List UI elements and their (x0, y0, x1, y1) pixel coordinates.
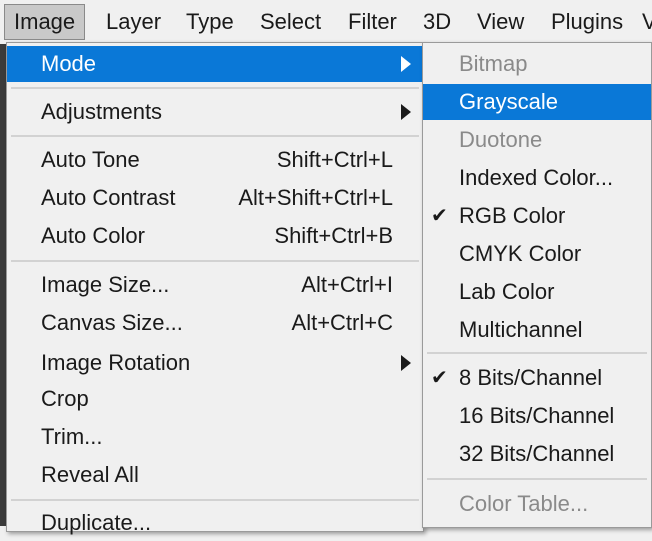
menu-item-auto-contrast[interactable]: Auto Contrast Alt+Shift+Ctrl+L (7, 180, 423, 216)
submenu-item-16-bits[interactable]: 16 Bits/Channel (423, 398, 651, 434)
menu-bar: Image Layer Type Select Filter 3D View P… (0, 0, 652, 44)
mode-label: Mode (41, 51, 97, 76)
menu-separator (11, 499, 419, 501)
menu-item-image-rotation[interactable]: Image Rotation (7, 345, 423, 381)
submenu-item-cmyk-color[interactable]: CMYK Color (423, 236, 651, 272)
16-bits-label: 16 Bits/Channel (459, 403, 615, 428)
menu-separator (11, 260, 419, 262)
multichannel-label: Multichannel (459, 317, 583, 342)
rgb-color-label: RGB Color (459, 203, 566, 228)
auto-contrast-shortcut: Alt+Shift+Ctrl+L (238, 185, 393, 210)
image-rotation-label: Image Rotation (41, 350, 191, 375)
grayscale-label: Grayscale (459, 89, 559, 114)
menu-item-crop[interactable]: Crop (7, 381, 423, 417)
submenu-item-8-bits[interactable]: ✔ 8 Bits/Channel (423, 360, 651, 396)
menu-item-reveal-all[interactable]: Reveal All (7, 457, 423, 493)
cmyk-color-label: CMYK Color (459, 241, 582, 266)
menu-item-auto-color[interactable]: Auto Color Shift+Ctrl+B (7, 218, 423, 254)
adjustments-label: Adjustments (41, 99, 163, 124)
menu-separator (11, 135, 419, 137)
submenu-arrow-icon (401, 355, 411, 371)
menu-item-duplicate[interactable]: Duplicate... (7, 505, 423, 541)
submenu-item-lab-color[interactable]: Lab Color (423, 274, 651, 310)
menu-item-image-size[interactable]: Image Size... Alt+Ctrl+I (7, 267, 423, 303)
lab-color-label: Lab Color (459, 279, 555, 304)
bitmap-label: Bitmap (459, 51, 528, 76)
menu-item-mode[interactable]: Mode (7, 46, 423, 82)
submenu-item-rgb-color[interactable]: ✔ RGB Color (423, 198, 651, 234)
32-bits-label: 32 Bits/Channel (459, 441, 615, 466)
indexed-color-label: Indexed Color... (459, 165, 614, 190)
auto-tone-shortcut: Shift+Ctrl+L (276, 147, 393, 172)
reveal-all-label: Reveal All (41, 462, 139, 487)
duotone-label: Duotone (459, 127, 543, 152)
crop-label: Crop (41, 386, 89, 411)
image-size-shortcut: Alt+Ctrl+I (301, 272, 393, 297)
image-size-label: Image Size... (41, 272, 170, 297)
menubar-3d[interactable]: 3D (423, 4, 451, 40)
menubar-select[interactable]: Select (260, 4, 321, 40)
menubar-plugins[interactable]: Plugins (551, 4, 623, 40)
submenu-item-grayscale[interactable]: Grayscale (423, 84, 651, 120)
8-bits-label: 8 Bits/Channel (459, 365, 603, 390)
submenu-item-32-bits[interactable]: 32 Bits/Channel (423, 436, 651, 472)
trim-label: Trim... (41, 424, 103, 449)
submenu-arrow-icon (401, 104, 411, 120)
auto-contrast-label: Auto Contrast (41, 185, 176, 210)
menubar-overflow[interactable]: V (642, 4, 652, 40)
checkmark-icon: ✔ (431, 367, 448, 389)
canvas-size-shortcut: Alt+Ctrl+C (291, 310, 393, 335)
menu-item-auto-tone[interactable]: Auto Tone Shift+Ctrl+L (7, 142, 423, 178)
color-table-label: Color Table... (459, 491, 589, 516)
submenu-item-bitmap[interactable]: Bitmap (423, 46, 651, 82)
menu-separator (427, 478, 647, 480)
menu-item-canvas-size[interactable]: Canvas Size... Alt+Ctrl+C (7, 305, 423, 341)
submenu-item-color-table[interactable]: Color Table... (423, 486, 651, 522)
auto-tone-label: Auto Tone (41, 147, 140, 172)
image-menu: Mode Adjustments Auto Tone Shift+Ctrl+L … (6, 42, 424, 535)
menubar-filter[interactable]: Filter (348, 4, 397, 40)
duplicate-label: Duplicate... (41, 510, 152, 535)
auto-color-shortcut: Shift+Ctrl+B (274, 223, 393, 248)
submenu-item-multichannel[interactable]: Multichannel (423, 312, 651, 348)
submenu-item-duotone[interactable]: Duotone (423, 122, 651, 158)
menubar-type[interactable]: Type (186, 4, 234, 40)
menu-item-trim[interactable]: Trim... (7, 419, 423, 455)
menu-separator (427, 352, 647, 354)
mode-submenu: Bitmap Grayscale Duotone Indexed Color..… (422, 42, 652, 528)
menubar-image[interactable]: Image (4, 4, 86, 40)
submenu-arrow-icon (401, 56, 411, 72)
checkmark-icon: ✔ (431, 205, 448, 227)
menu-item-adjustments[interactable]: Adjustments (7, 94, 423, 130)
auto-color-label: Auto Color (41, 223, 145, 248)
menubar-layer[interactable]: Layer (106, 4, 161, 40)
submenu-item-indexed-color[interactable]: Indexed Color... (423, 160, 651, 196)
canvas-size-label: Canvas Size... (41, 310, 183, 335)
menu-separator (11, 87, 419, 89)
menubar-view[interactable]: View (477, 4, 524, 40)
